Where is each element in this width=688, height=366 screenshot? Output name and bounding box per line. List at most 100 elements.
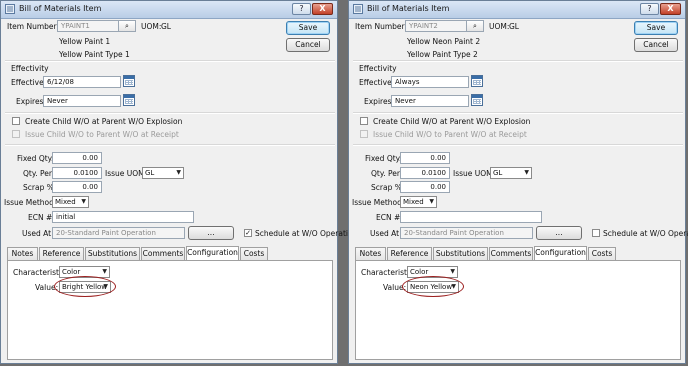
qty-per-label: Qty. Per: — [23, 169, 55, 178]
item-type-description: Yellow Paint Type 2 — [407, 50, 478, 59]
tab-reference[interactable]: Reference — [39, 247, 84, 260]
create-child-label: Create Child W/O at Parent W/O Explosion — [25, 117, 183, 126]
tab-costs[interactable]: Costs — [240, 247, 268, 260]
tab-substitutions[interactable]: Substitutions — [85, 247, 140, 260]
item-number-field[interactable]: YPAINT1 — [57, 20, 119, 32]
tab-notes[interactable]: Notes — [355, 247, 386, 260]
tab-costs[interactable]: Costs — [588, 247, 616, 260]
create-child-checkbox[interactable] — [12, 117, 20, 125]
schedule-checkbox[interactable] — [592, 229, 600, 237]
ecn-label: ECN #: — [376, 213, 403, 222]
scrap-field[interactable]: 0.00 — [400, 181, 450, 193]
search-icon: ⌕ — [125, 22, 129, 30]
uom-label: UOM: — [489, 22, 510, 31]
tab-configuration[interactable]: Configuration — [534, 246, 587, 260]
expires-date-field[interactable]: Never — [43, 95, 121, 107]
item-description: Yellow Neon Paint 2 — [407, 37, 481, 46]
tab-configuration[interactable]: Configuration — [186, 246, 239, 260]
effectivity-title: Effectivity — [11, 64, 49, 73]
expires-date-field[interactable]: Never — [391, 95, 469, 107]
calendar-icon[interactable] — [123, 75, 135, 87]
used-at-field[interactable]: 20-Standard Paint Operation — [400, 227, 533, 239]
close-button[interactable]: X — [660, 3, 681, 15]
schedule-label: Schedule at W/O Operation — [255, 229, 358, 238]
effective-label: Effective — [359, 78, 392, 87]
ecn-field[interactable]: initial — [52, 211, 194, 223]
help-button[interactable]: ? — [292, 3, 311, 15]
characteristic-value: Color — [62, 268, 81, 276]
issue-uom-value: GL — [145, 169, 155, 177]
calendar-icon[interactable] — [471, 75, 483, 87]
app-icon — [353, 4, 363, 14]
effective-date-field[interactable]: Always — [391, 76, 469, 88]
divider — [353, 144, 683, 146]
chevron-down-icon: ▼ — [429, 198, 434, 205]
tab-comments[interactable]: Comments — [489, 247, 533, 260]
help-button[interactable]: ? — [640, 3, 659, 15]
issue-uom-label: Issue UOM: — [105, 169, 148, 178]
calendar-icon[interactable] — [471, 94, 483, 106]
cancel-button[interactable]: Cancel — [286, 38, 330, 52]
highlight-ellipse — [54, 276, 116, 297]
uom-label: UOM: — [141, 22, 162, 31]
title-bar[interactable]: Bill of Materials Item ? X — [1, 1, 337, 19]
qty-per-field[interactable]: 0.0100 — [52, 167, 102, 179]
scrap-field[interactable]: 0.00 — [52, 181, 102, 193]
issue-uom-select[interactable]: GL ▼ — [490, 167, 532, 179]
issue-method-label: Issue Method: — [352, 198, 405, 207]
divider — [353, 60, 683, 62]
used-at-field[interactable]: 20-Standard Paint Operation — [52, 227, 185, 239]
window-title: Bill of Materials Item — [19, 4, 102, 13]
qty-per-field[interactable]: 0.0100 — [400, 167, 450, 179]
tab-comments[interactable]: Comments — [141, 247, 185, 260]
app-icon — [5, 4, 15, 14]
expires-label: Expires — [16, 97, 44, 106]
save-button[interactable]: Save — [634, 21, 678, 35]
issue-method-select[interactable]: Mixed ▼ — [400, 196, 437, 208]
configuration-panel: Characteristic: Color ▼ Value: Bright Ye… — [7, 260, 333, 360]
schedule-checkbox[interactable]: ✓ — [244, 229, 252, 237]
highlight-ellipse — [402, 276, 464, 297]
tab-reference[interactable]: Reference — [387, 247, 432, 260]
issue-uom-label: Issue UOM: — [453, 169, 496, 178]
fixed-qty-field[interactable]: 0.00 — [400, 152, 450, 164]
title-bar[interactable]: Bill of Materials Item ? X — [349, 1, 685, 19]
bom-item-window-2: Bill of Materials Item ? X Item Number: … — [348, 0, 688, 364]
close-button[interactable]: X — [312, 3, 333, 15]
ecn-label: ECN #: — [28, 213, 55, 222]
chevron-down-icon: ▼ — [176, 169, 181, 176]
item-number-field[interactable]: YPAINT2 — [405, 20, 467, 32]
schedule-label: Schedule at W/O Operation — [603, 229, 688, 238]
fixed-qty-field[interactable]: 0.00 — [52, 152, 102, 164]
calendar-icon[interactable] — [123, 94, 135, 106]
window-title: Bill of Materials Item — [367, 4, 450, 13]
issue-method-value: Mixed — [403, 198, 424, 206]
uom-value: GL — [161, 22, 171, 31]
issue-method-label: Issue Method: — [4, 198, 57, 207]
issue-uom-select[interactable]: GL ▼ — [142, 167, 184, 179]
chevron-down-icon: ▼ — [450, 268, 455, 275]
tab-substitutions[interactable]: Substitutions — [433, 247, 488, 260]
search-icon: ⌕ — [473, 22, 477, 30]
used-at-label: Used At: — [22, 229, 54, 238]
used-at-browse-button[interactable]: ... — [536, 226, 582, 240]
cancel-button[interactable]: Cancel — [634, 38, 678, 52]
issue-method-select[interactable]: Mixed ▼ — [52, 196, 89, 208]
tab-notes[interactable]: Notes — [7, 247, 38, 260]
issue-child-checkbox[interactable] — [12, 130, 20, 138]
create-child-checkbox[interactable] — [360, 117, 368, 125]
effective-date-field[interactable]: 6/12/08 — [43, 76, 121, 88]
ecn-field[interactable] — [400, 211, 542, 223]
fixed-qty-label: Fixed Qty.: — [365, 154, 404, 163]
issue-method-value: Mixed — [55, 198, 76, 206]
used-at-browse-button[interactable]: ... — [188, 226, 234, 240]
chevron-down-icon: ▼ — [102, 268, 107, 275]
uom-value: GL — [509, 22, 519, 31]
used-at-label: Used At: — [370, 229, 402, 238]
issue-child-label: Issue Child W/O to Parent W/O at Receipt — [25, 130, 179, 139]
item-lookup-button[interactable]: ⌕ — [466, 20, 484, 32]
save-button[interactable]: Save — [286, 21, 330, 35]
item-lookup-button[interactable]: ⌕ — [118, 20, 136, 32]
issue-child-checkbox[interactable] — [360, 130, 368, 138]
chevron-down-icon: ▼ — [81, 198, 86, 205]
